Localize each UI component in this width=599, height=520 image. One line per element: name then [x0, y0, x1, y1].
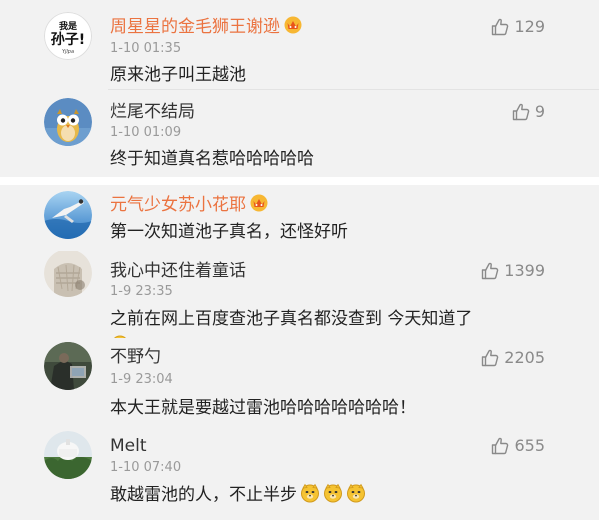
username[interactable]: 我心中还住着童话 — [110, 261, 246, 281]
swimmer-avatar-image — [44, 191, 92, 239]
avatar[interactable] — [44, 191, 92, 239]
section-gap — [0, 177, 599, 185]
username[interactable]: 烂尾不结局 — [110, 102, 195, 122]
timestamp: 1-10 07:40 — [110, 460, 182, 475]
comment-item: Melt 1-10 07:40 敢越雷池的人，不止半步 655 — [0, 426, 599, 520]
comment-item: 元气少女苏小花耶 第一次知道池子真名，还怪好听 — [0, 185, 599, 251]
avatar-text-line-1: 我是 — [59, 20, 78, 32]
username-text[interactable]: 烂尾不结局 — [110, 102, 195, 122]
avatar-text-image: 我是 孙子! Yjlpa — [44, 12, 92, 60]
like-count: 1399 — [504, 261, 545, 280]
timestamp: 1-9 23:35 — [110, 284, 173, 299]
photo-avatar-image — [44, 342, 92, 390]
like-button[interactable]: 2205 — [480, 348, 545, 368]
comment-item: 我是 孙子! Yjlpa 周星星的金毛狮王谢逊 1-10 01:35 原来池子叫… — [0, 0, 599, 90]
comment-item: 不野勺 1-9 23:04 本大王就是要越过雷池哈哈哈哈哈哈哈！ 2205 — [0, 338, 599, 426]
like-count: 9 — [534, 102, 545, 121]
comment-text: 本大王就是要越过雷池哈哈哈哈哈哈哈！ — [110, 398, 416, 418]
thumbs-up-icon — [490, 436, 510, 456]
like-count: 2205 — [504, 348, 545, 367]
comment-text: 第一次知道池子真名，还怪好听 — [110, 222, 348, 242]
like-button[interactable]: 655 — [490, 436, 545, 456]
photo-avatar-image — [44, 431, 92, 479]
timestamp: 1-10 01:09 — [110, 125, 182, 140]
like-count: 655 — [514, 436, 545, 455]
thumbs-up-icon — [480, 261, 500, 281]
vip-crown-badge-icon — [250, 194, 268, 212]
comment-list: 我是 孙子! Yjlpa 周星星的金毛狮王谢逊 1-10 01:35 原来池子叫… — [0, 0, 599, 520]
owl-avatar-image — [44, 98, 92, 146]
avatar-text-line-2: 孙子! — [51, 31, 85, 48]
doge-emoji-icon — [346, 483, 366, 503]
comment-text-body: 敢越雷池的人，不止半步 — [110, 485, 297, 505]
username-text[interactable]: 元气少女苏小花耶 — [110, 195, 246, 215]
doge-emoji-icon — [323, 483, 343, 503]
like-count: 129 — [514, 17, 545, 36]
username-text[interactable]: 我心中还住着童话 — [110, 261, 246, 281]
vip-crown-badge-icon — [284, 16, 302, 34]
timestamp: 1-10 01:35 — [110, 41, 182, 56]
username-text[interactable]: 周星星的金毛狮王谢逊 — [110, 17, 280, 37]
like-button[interactable]: 1399 — [480, 261, 545, 281]
comment-item: 我心中还住着童话 1-9 23:35 之前在网上百度查池子真名都没查到 今天知道… — [0, 251, 599, 338]
avatar[interactable] — [44, 431, 92, 479]
comment-text: 敢越雷池的人，不止半步 — [110, 483, 366, 506]
username[interactable]: 不野勺 — [110, 347, 161, 367]
avatar-text-line-3: Yjlpa — [62, 49, 74, 55]
username[interactable]: 周星星的金毛狮王谢逊 — [110, 16, 302, 37]
photo-avatar-image — [44, 251, 92, 297]
timestamp: 1-9 23:04 — [110, 372, 173, 387]
avatar[interactable]: 我是 孙子! Yjlpa — [44, 12, 92, 60]
thumbs-up-icon — [480, 348, 500, 368]
comment-text: 之前在网上百度查池子真名都没查到 今天知道了 — [110, 309, 473, 329]
avatar[interactable] — [44, 342, 92, 390]
comment-text: 原来池子叫王越池 — [110, 65, 246, 85]
avatar[interactable] — [44, 98, 92, 146]
username-text[interactable]: Melt — [110, 436, 147, 456]
comment-text: 终于知道真名惹哈哈哈哈哈 — [110, 149, 314, 169]
thumbs-up-icon — [511, 102, 531, 122]
username-text[interactable]: 不野勺 — [110, 347, 161, 367]
like-button[interactable]: 129 — [490, 17, 545, 37]
thumbs-up-icon — [490, 17, 510, 37]
like-button[interactable]: 9 — [511, 102, 545, 122]
username[interactable]: Melt — [110, 436, 147, 456]
comment-item: 烂尾不结局 1-10 01:09 终于知道真名惹哈哈哈哈哈 9 — [0, 90, 599, 177]
username[interactable]: 元气少女苏小花耶 — [110, 194, 268, 215]
doge-emoji-icon — [300, 483, 320, 503]
avatar[interactable] — [44, 251, 92, 297]
